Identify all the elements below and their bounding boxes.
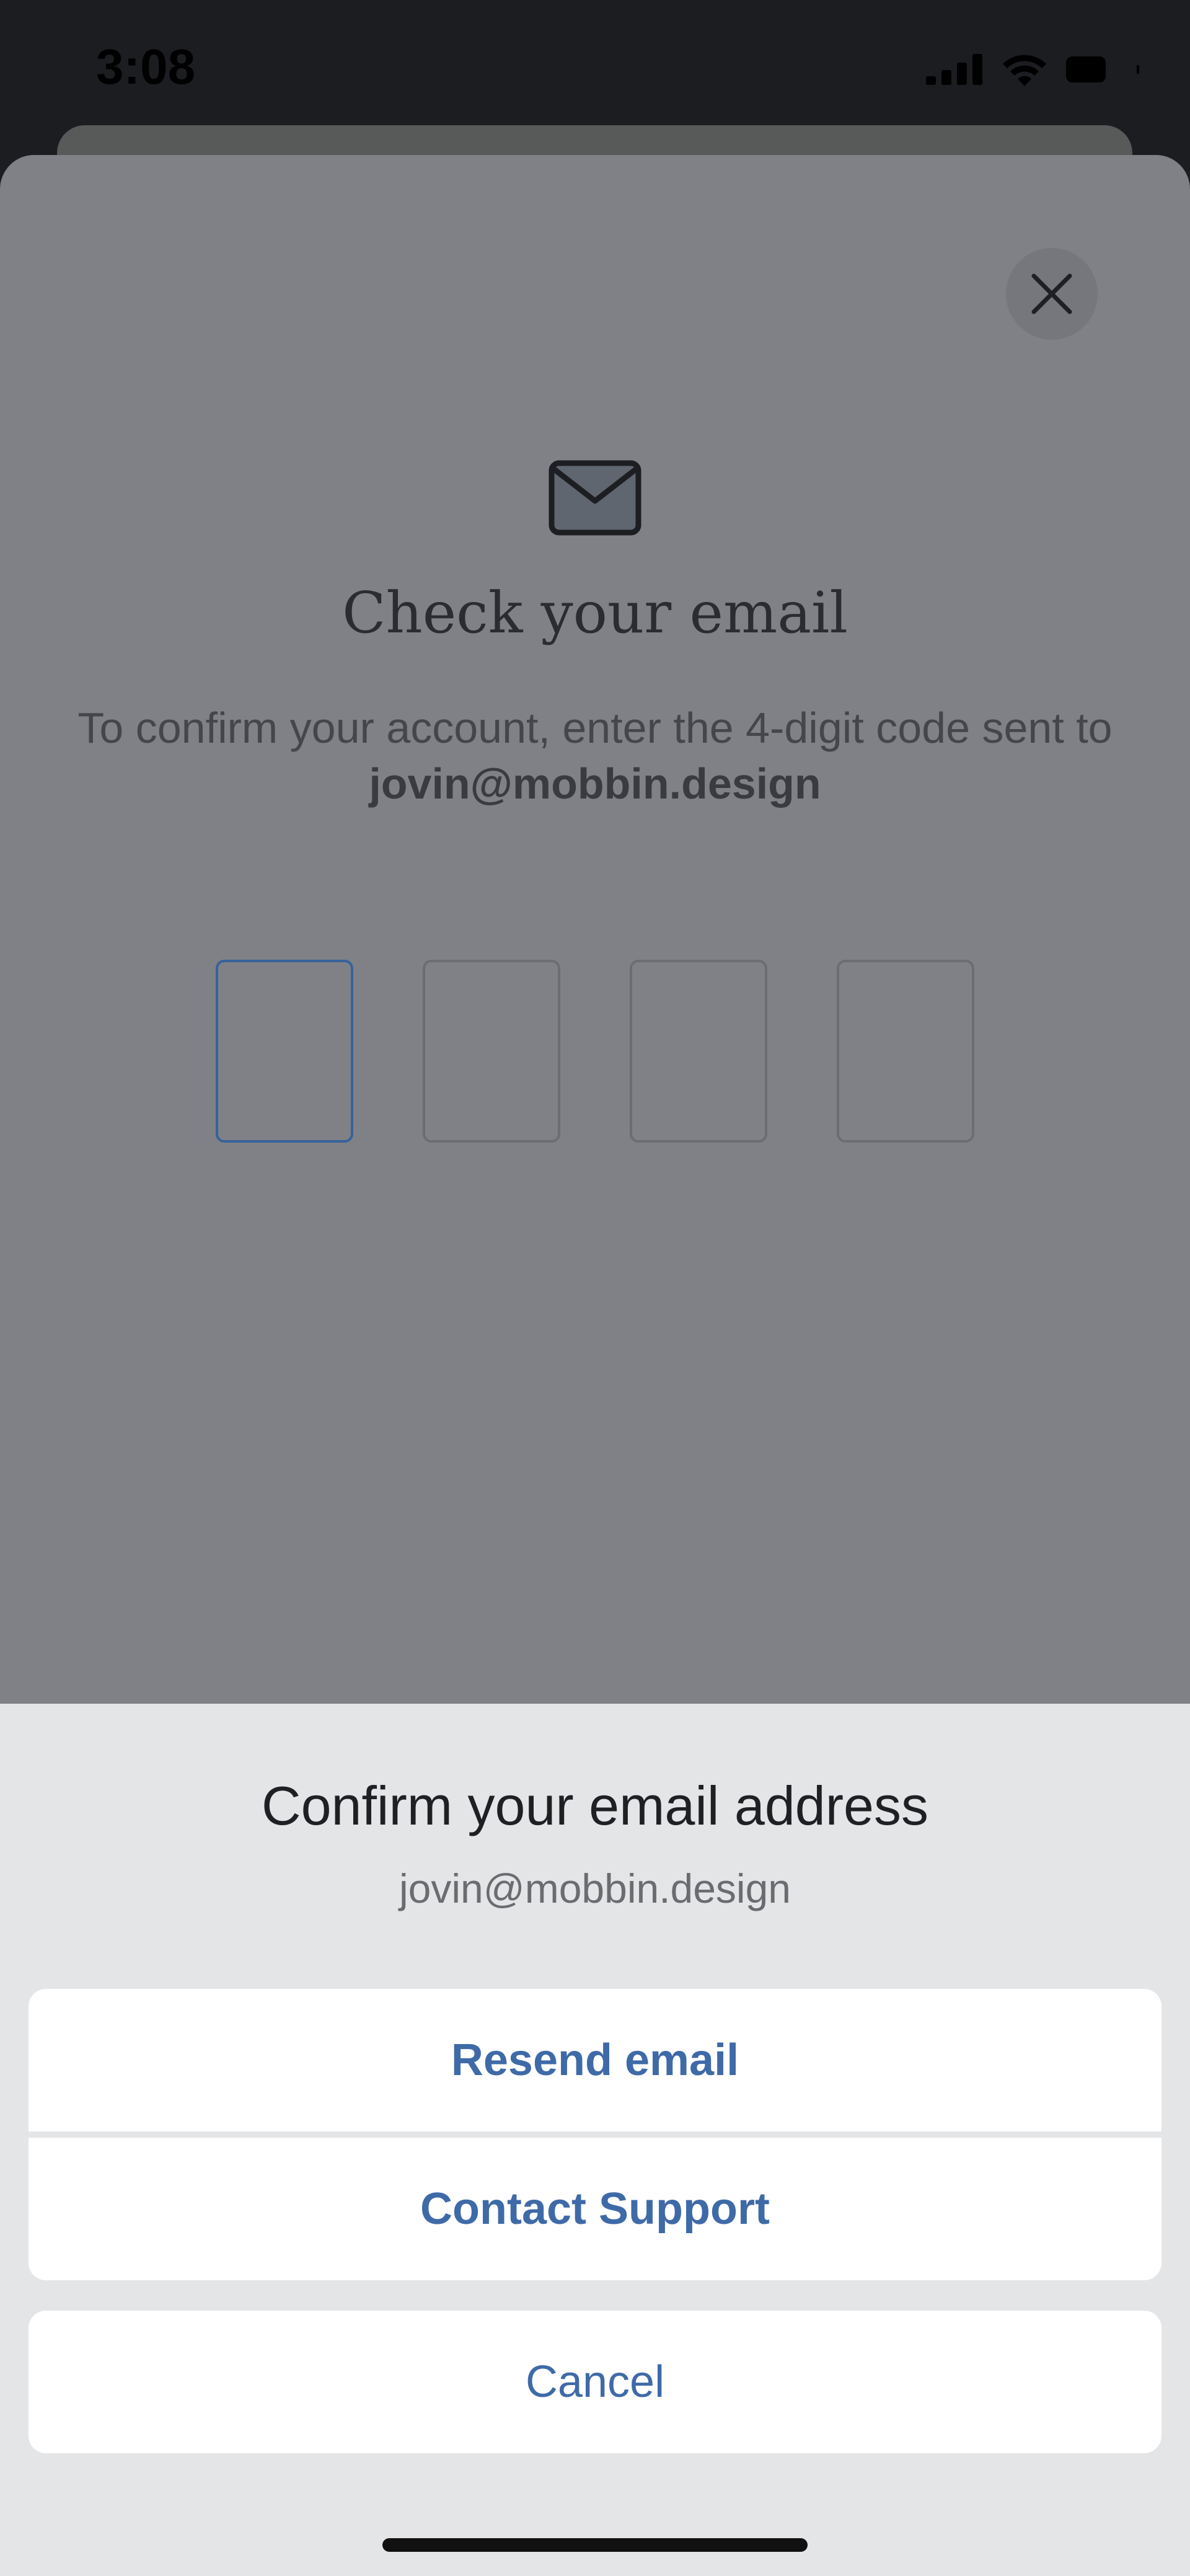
recipient-email: jovin@mobbin.design <box>369 759 821 808</box>
wifi-icon <box>1003 55 1046 86</box>
battery-icon <box>1066 56 1139 82</box>
status-icons <box>926 53 1140 86</box>
close-button[interactable] <box>1006 248 1098 340</box>
cancel-button[interactable]: Cancel <box>29 2311 1161 2453</box>
status-bar: 3:08 <box>0 0 1190 143</box>
close-icon <box>1031 273 1072 314</box>
status-time: 3:08 <box>96 39 196 94</box>
envelope-icon <box>549 460 641 536</box>
contact-support-button[interactable]: Contact Support <box>29 2138 1161 2280</box>
screen: 3:08 Check your email To confirm your ac… <box>0 0 1190 2576</box>
action-sheet-title: Confirm your email address <box>262 1775 928 1836</box>
code-digit-4[interactable] <box>837 960 974 1143</box>
resend-email-button[interactable]: Resend email <box>29 1989 1161 2131</box>
action-sheet-subtitle: jovin@mobbin.design <box>399 1866 791 1911</box>
page-title: Check your email <box>342 580 848 646</box>
code-digit-1[interactable] <box>216 960 353 1143</box>
code-digit-2[interactable] <box>423 960 560 1143</box>
description-text: To confirm your account, enter the 4-dig… <box>77 704 1113 752</box>
home-indicator <box>382 2538 808 2552</box>
code-digit-3[interactable] <box>630 960 767 1143</box>
signal-icon <box>926 54 982 85</box>
